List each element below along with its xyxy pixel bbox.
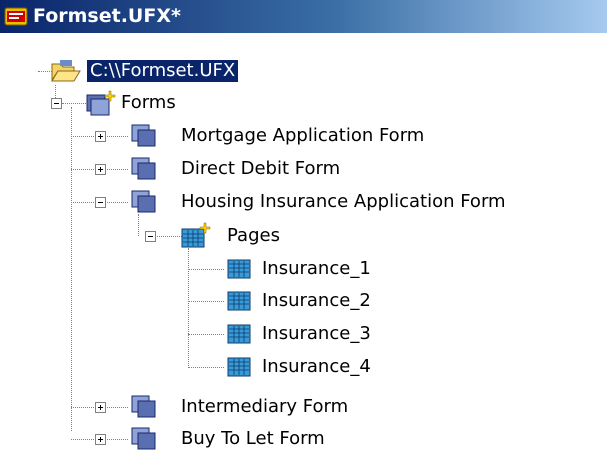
title-bar: Formset.UFX* [0, 0, 607, 33]
form-icon [130, 394, 160, 424]
form-tree[interactable]: C:\\Formset.UFX Forms Mortgage Applicati… [0, 33, 607, 452]
tree-page-label[interactable]: Insurance_3 [262, 323, 371, 345]
tree-page-row[interactable]: Insurance_4 [0, 351, 607, 385]
form-icon [130, 156, 160, 186]
tree-form-label[interactable]: Intermediary Form [181, 396, 348, 418]
tree-page-row[interactable]: Insurance_3 [0, 318, 607, 352]
tree-root-label[interactable]: C:\\Formset.UFX [85, 59, 240, 83]
pages-folder-icon [180, 222, 212, 254]
tree-form-label[interactable]: Mortgage Application Form [181, 125, 424, 147]
expand-icon[interactable] [95, 402, 106, 413]
tree-forms-row[interactable]: Forms [0, 87, 607, 121]
tree-page-label[interactable]: Insurance_4 [262, 356, 371, 378]
page-icon [226, 323, 252, 349]
form-icon [130, 189, 160, 219]
app-icon [4, 5, 28, 31]
tree-form-label[interactable]: Buy To Let Form [181, 428, 325, 450]
forms-folder-icon [86, 89, 118, 121]
tree-form-row-mortgage[interactable]: Mortgage Application Form [0, 120, 607, 154]
tree-forms-label[interactable]: Forms [121, 92, 176, 114]
tree-pages-row[interactable]: Pages [0, 220, 607, 254]
collapse-icon[interactable] [145, 231, 156, 242]
tree-form-label[interactable]: Housing Insurance Application Form [181, 191, 506, 213]
page-icon [226, 258, 252, 284]
form-icon [130, 123, 160, 153]
window-title: Formset.UFX* [33, 5, 181, 27]
tree-form-row-intermediary[interactable]: Intermediary Form [0, 391, 607, 425]
open-folder-icon [50, 58, 82, 88]
tree-page-label[interactable]: Insurance_2 [262, 290, 371, 312]
tree-page-label[interactable]: Insurance_1 [262, 258, 371, 280]
tree-form-row-direct-debit[interactable]: Direct Debit Form [0, 153, 607, 187]
tree-pages-label[interactable]: Pages [227, 225, 280, 247]
page-icon [226, 290, 252, 316]
expand-icon[interactable] [95, 434, 106, 445]
collapse-icon[interactable] [95, 197, 106, 208]
page-icon [226, 356, 252, 382]
collapse-icon[interactable] [51, 98, 62, 109]
tree-page-row[interactable]: Insurance_1 [0, 253, 607, 287]
expand-icon[interactable] [95, 131, 106, 142]
expand-icon[interactable] [95, 164, 106, 175]
tree-form-label[interactable]: Direct Debit Form [181, 158, 340, 180]
tree-page-row[interactable]: Insurance_2 [0, 285, 607, 319]
tree-root-row[interactable]: C:\\Formset.UFX [0, 55, 607, 89]
tree-form-row-housing-insurance[interactable]: Housing Insurance Application Form [0, 186, 607, 220]
